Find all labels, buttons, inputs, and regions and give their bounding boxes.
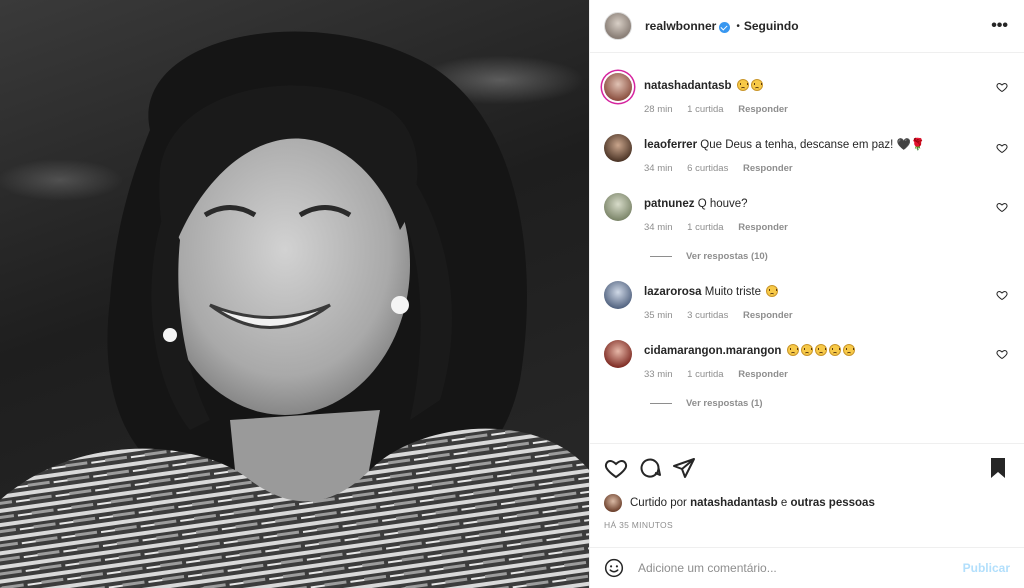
publish-button[interactable]: Publicar bbox=[963, 561, 1010, 575]
comment-time[interactable]: 33 min bbox=[644, 369, 673, 380]
post-sidebar: realwbonner • Seguindo ••• natashadantas… bbox=[589, 0, 1024, 588]
save-bookmark-icon[interactable] bbox=[986, 456, 1010, 480]
like-comment-heart-icon[interactable] bbox=[996, 81, 1008, 93]
comment-body: Que Deus a tenha, descanse em paz! bbox=[700, 139, 894, 151]
comment-time[interactable]: 34 min bbox=[644, 222, 673, 233]
sad-emoji-icon bbox=[736, 79, 749, 91]
like-comment-heart-icon[interactable] bbox=[996, 142, 1008, 154]
sad-emoji-icon bbox=[828, 344, 841, 356]
view-replies-button[interactable]: Ver respostas (10) bbox=[604, 251, 1010, 262]
reply-button[interactable]: Responder bbox=[743, 163, 793, 174]
emoji-picker-icon[interactable] bbox=[604, 558, 624, 578]
verified-badge-icon bbox=[719, 21, 731, 33]
comment-likes[interactable]: 1 curtida bbox=[687, 369, 723, 380]
comment-meta: 33 min 1 curtida Responder bbox=[644, 369, 1010, 380]
reply-button[interactable]: Responder bbox=[738, 369, 788, 380]
reply-button[interactable]: Responder bbox=[738, 104, 788, 115]
comment-meta: 28 min 1 curtida Responder bbox=[644, 104, 1010, 115]
comment-username[interactable]: cidamarangon.marangon bbox=[644, 345, 781, 357]
comment-avatar[interactable] bbox=[604, 134, 632, 162]
heart-rose-emojis: 🖤🌹 bbox=[896, 139, 926, 151]
comment-likes[interactable]: 1 curtida bbox=[687, 222, 723, 233]
liked-by-prefix: Curtido por bbox=[630, 497, 687, 509]
sad-emoji-icon bbox=[814, 344, 827, 356]
portrait-illustration bbox=[0, 31, 589, 588]
like-heart-icon[interactable] bbox=[604, 456, 628, 480]
comment-username[interactable]: lazarorosa bbox=[644, 286, 702, 298]
comment-text: patnunez Q houve? bbox=[644, 193, 1010, 212]
comment-likes[interactable]: 1 curtida bbox=[687, 104, 723, 115]
comment-text: natashadantasb bbox=[644, 73, 1010, 94]
share-paper-plane-icon[interactable] bbox=[672, 456, 696, 480]
view-replies-button[interactable]: Ver respostas (1) bbox=[604, 398, 1010, 409]
comment-body: Muito triste bbox=[704, 286, 761, 298]
like-comment-heart-icon[interactable] bbox=[996, 201, 1008, 213]
comment-username[interactable]: leaoferrer bbox=[644, 139, 697, 151]
comment-time[interactable]: 34 min bbox=[644, 163, 673, 174]
separator-dot: • bbox=[736, 20, 740, 32]
like-comment-heart-icon[interactable] bbox=[996, 348, 1008, 360]
comment-item: patnunez Q houve? 34 min 1 curtida Respo… bbox=[604, 193, 1010, 233]
sad-emoji-icon bbox=[800, 344, 813, 356]
post-photo bbox=[0, 0, 589, 588]
liked-by-connector: e bbox=[780, 497, 788, 509]
comment-avatar[interactable] bbox=[604, 281, 632, 309]
comment-meta: 34 min 1 curtida Responder bbox=[644, 222, 1010, 233]
post-action-bar bbox=[590, 443, 1024, 493]
comment-likes[interactable]: 6 curtidas bbox=[687, 163, 728, 174]
reply-button[interactable]: Responder bbox=[738, 222, 788, 233]
comment-avatar[interactable] bbox=[604, 193, 632, 221]
liker-username[interactable]: natashadantasb bbox=[690, 497, 778, 509]
liked-by-line: Curtido por natashadantasb e outras pess… bbox=[604, 494, 875, 512]
comment-bubble-icon[interactable] bbox=[638, 456, 662, 480]
comment-body: Q houve? bbox=[697, 198, 748, 210]
comment-likes[interactable]: 3 curtidas bbox=[687, 310, 728, 321]
author-avatar[interactable] bbox=[604, 12, 632, 40]
like-comment-heart-icon[interactable] bbox=[996, 289, 1008, 301]
comment-text: cidamarangon.marangon bbox=[644, 340, 1010, 359]
comment-item: cidamarangon.marangon 33 min 1 curtida R… bbox=[604, 340, 1010, 380]
add-comment-bar: Publicar bbox=[590, 547, 1024, 588]
comment-item: lazarorosa Muito triste 35 min 3 curtida… bbox=[604, 281, 1010, 321]
sad-emoji-icon bbox=[750, 79, 763, 91]
comment-time[interactable]: 28 min bbox=[644, 104, 673, 115]
comment-item: natashadantasb 28 min 1 curtida Responde… bbox=[604, 73, 1010, 115]
sad-emoji-icon bbox=[766, 285, 779, 297]
comment-item: leaoferrer Que Deus a tenha, descanse em… bbox=[604, 134, 1010, 174]
liked-by-others[interactable]: outras pessoas bbox=[790, 497, 874, 509]
comment-username[interactable]: natashadantasb bbox=[644, 80, 732, 92]
comment-meta: 34 min 6 curtidas Responder bbox=[644, 163, 1010, 174]
post-header: realwbonner • Seguindo ••• bbox=[590, 0, 1024, 53]
comments-list[interactable]: natashadantasb 28 min 1 curtida Responde… bbox=[590, 54, 1024, 442]
follow-status-button[interactable]: Seguindo bbox=[744, 19, 799, 33]
comment-text: leaoferrer Que Deus a tenha, descanse em… bbox=[644, 134, 1010, 153]
reply-button[interactable]: Responder bbox=[743, 310, 793, 321]
comment-time[interactable]: 35 min bbox=[644, 310, 673, 321]
comment-meta: 35 min 3 curtidas Responder bbox=[644, 310, 1010, 321]
comment-input[interactable] bbox=[638, 561, 963, 575]
comment-avatar[interactable] bbox=[604, 340, 632, 368]
author-username[interactable]: realwbonner bbox=[645, 19, 716, 33]
comment-avatar[interactable] bbox=[604, 73, 632, 101]
comment-username[interactable]: patnunez bbox=[644, 198, 694, 210]
comment-text: lazarorosa Muito triste bbox=[644, 281, 1010, 300]
more-options-icon[interactable]: ••• bbox=[991, 17, 1008, 35]
sad-emoji-icon bbox=[842, 344, 855, 356]
liker-avatar[interactable] bbox=[604, 494, 622, 512]
sad-emoji-icon bbox=[786, 344, 799, 356]
post-timestamp[interactable]: HÁ 35 MINUTOS bbox=[604, 520, 673, 530]
